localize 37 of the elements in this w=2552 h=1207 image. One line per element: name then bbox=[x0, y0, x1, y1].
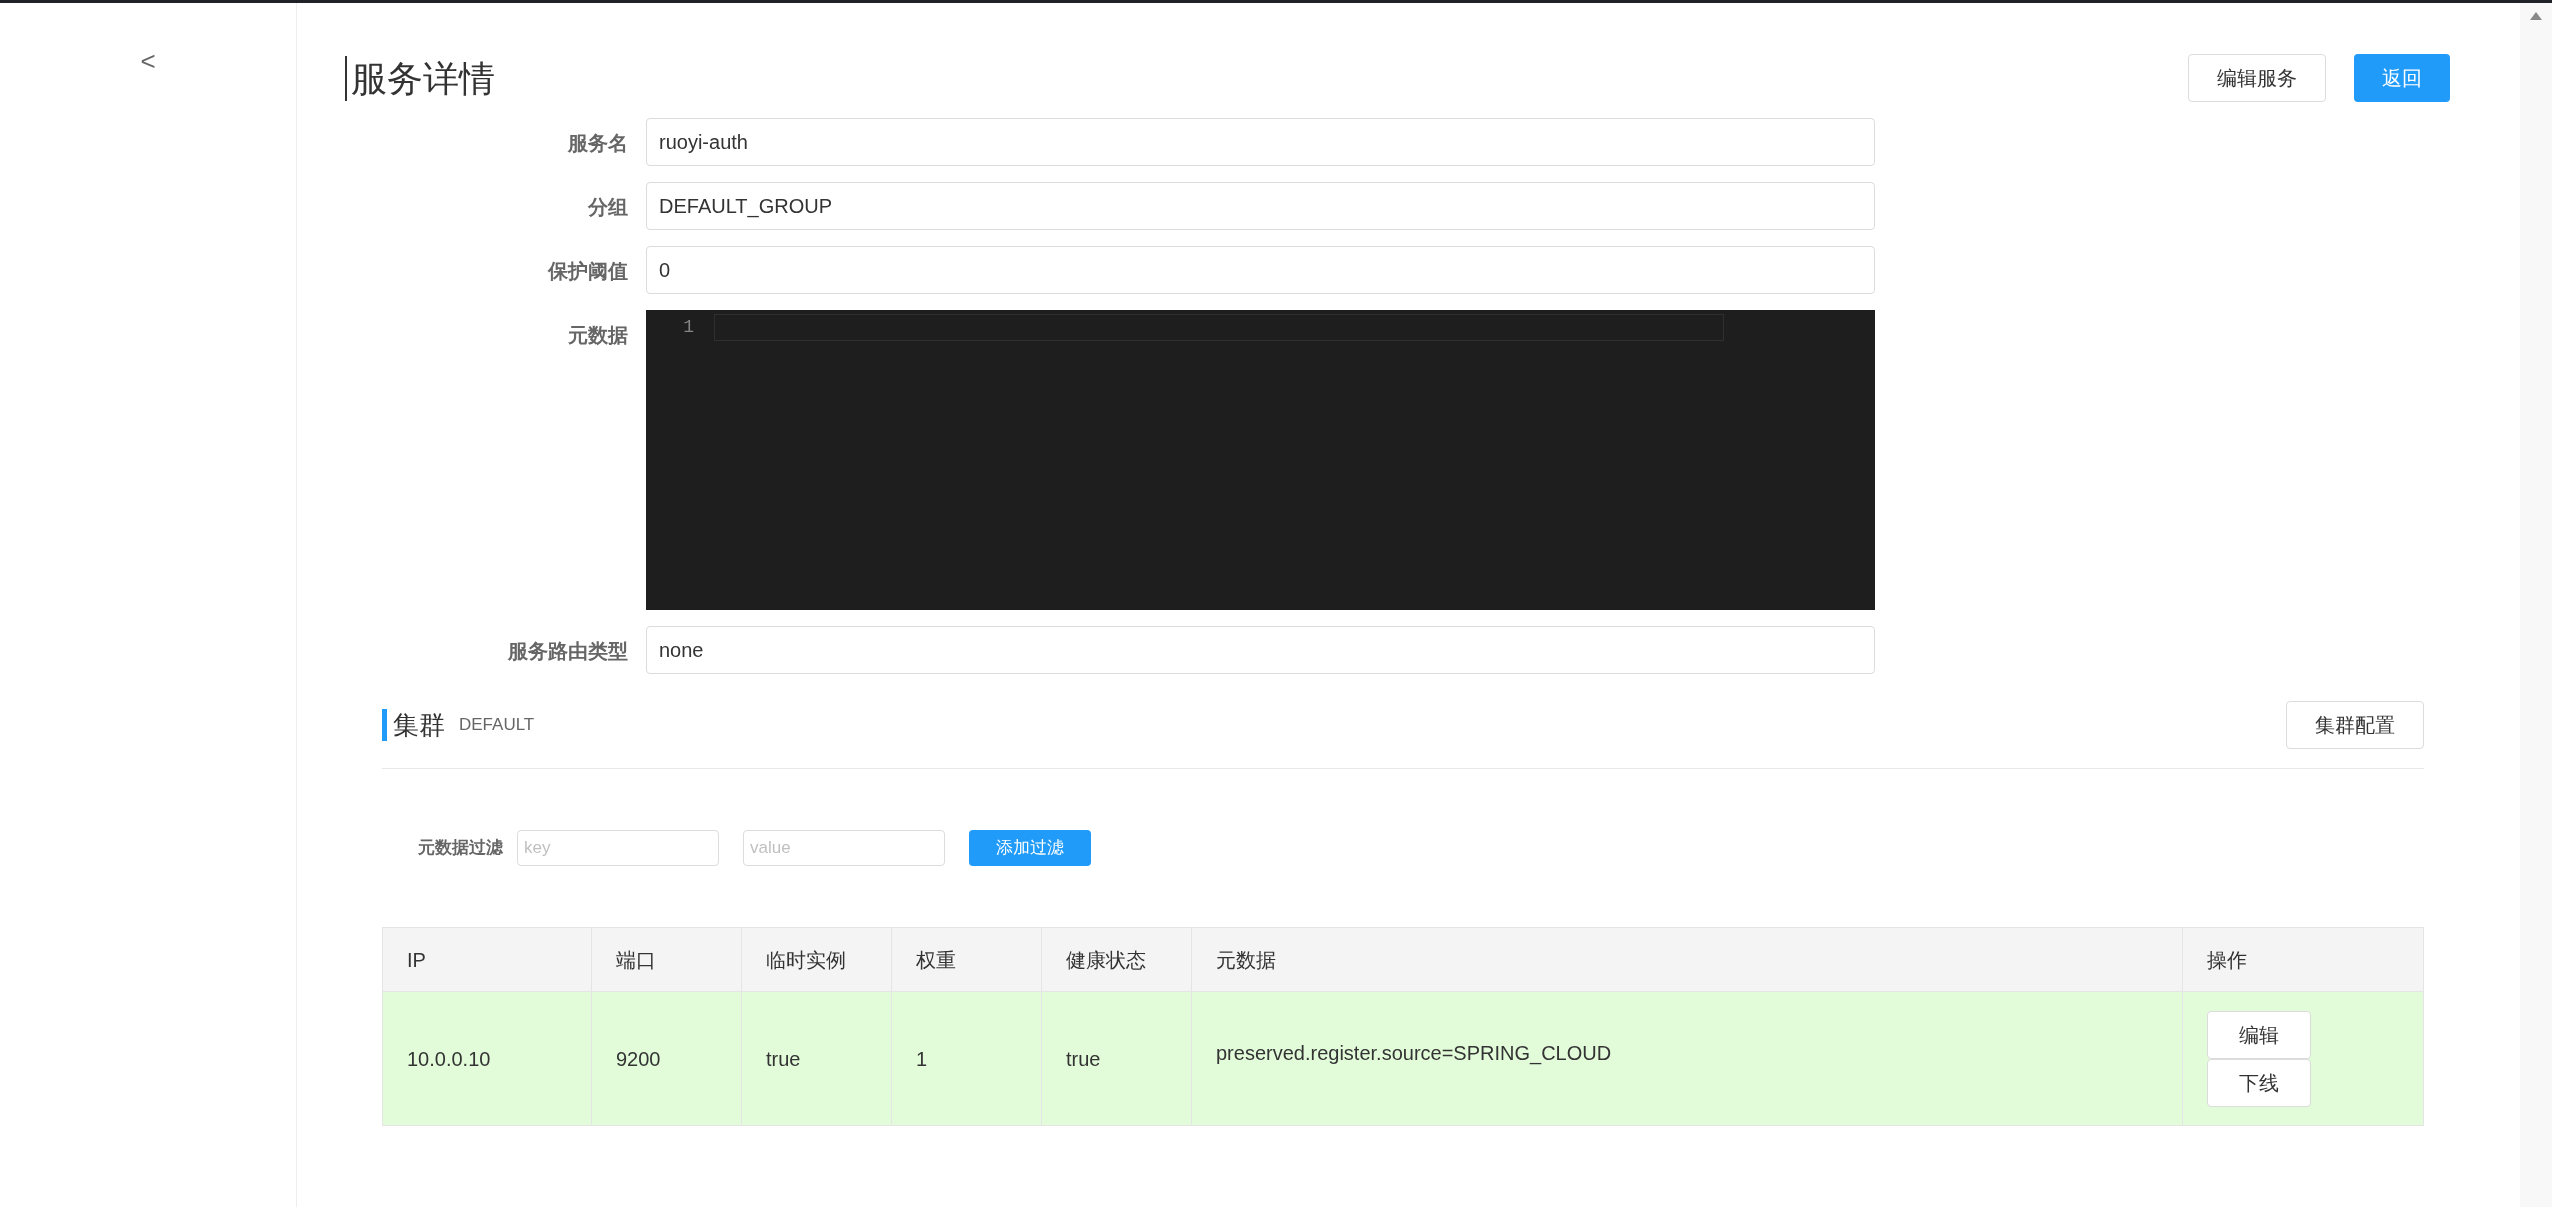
value-field[interactable]: value bbox=[743, 830, 945, 866]
table-cell-text: 9200 bbox=[616, 1046, 661, 1072]
section-title: 集群 bbox=[382, 708, 445, 742]
cluster-config-button[interactable]: 集群配置 bbox=[2286, 701, 2424, 749]
table-cell-text: 1 bbox=[916, 1046, 928, 1072]
field-label: 服务路由类型 bbox=[506, 639, 628, 664]
field-label: 服务名 bbox=[566, 131, 628, 156]
column-header: IP bbox=[407, 947, 426, 973]
column-header: 健康状态 bbox=[1066, 947, 1146, 973]
column-header: 临时实例 bbox=[766, 947, 846, 973]
page-title: 服务详情 bbox=[345, 55, 495, 101]
code-editor[interactable]: 1 bbox=[646, 310, 1875, 610]
row-action-button[interactable]: 下线 bbox=[2207, 1058, 2311, 1107]
column-header: 权重 bbox=[916, 947, 956, 973]
row-action-button[interactable]: 编辑 bbox=[2207, 1010, 2311, 1059]
input-field[interactable]: ruoyi-auth bbox=[646, 118, 1875, 166]
table-cell-text: 10.0.0.10 bbox=[407, 1046, 491, 1072]
column-header: 端口 bbox=[616, 947, 656, 973]
table-cell-text: true bbox=[766, 1046, 801, 1072]
input-field[interactable]: 0 bbox=[646, 246, 1875, 294]
table-cell-text: true bbox=[1066, 1046, 1101, 1072]
table-cell-text: preserved.register.source=SPRING_CLOUD bbox=[1216, 1041, 1612, 1067]
scroll-up-icon[interactable] bbox=[2529, 11, 2543, 21]
cluster-name: DEFAULT bbox=[459, 714, 535, 737]
column-header: 操作 bbox=[2207, 947, 2247, 973]
input-field[interactable]: DEFAULT_GROUP bbox=[646, 182, 1875, 230]
back-button[interactable]: < bbox=[128, 41, 168, 81]
field-label: 分组 bbox=[587, 195, 628, 220]
key-field[interactable]: key bbox=[517, 830, 719, 866]
field-label: 元数据 bbox=[567, 323, 628, 348]
column-header: 元数据 bbox=[1216, 947, 1276, 973]
filter-label: 元数据过滤 bbox=[418, 837, 503, 860]
line-number: 1 bbox=[683, 316, 694, 339]
field-label: 保护阈值 bbox=[547, 259, 628, 284]
scrollbar[interactable] bbox=[2520, 3, 2552, 1207]
input-field[interactable]: none bbox=[646, 626, 1875, 674]
edit-button[interactable]: 编辑服务 bbox=[2188, 54, 2326, 102]
